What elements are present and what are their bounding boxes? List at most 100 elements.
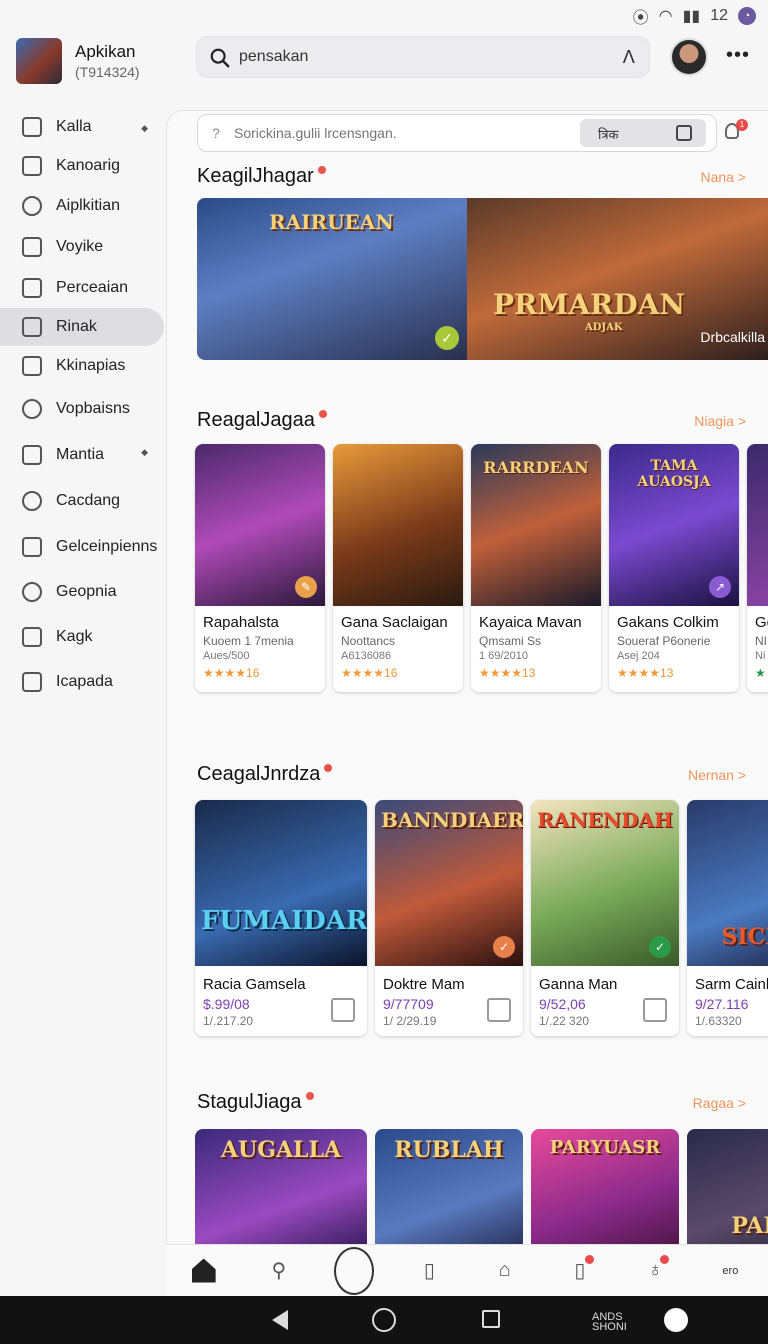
section-more-link[interactable]: Niagia >: [694, 413, 746, 429]
status-bar: ⦿ ◠ ▮▮ 12 ◔: [0, 0, 768, 28]
game-art-title: TAMA AUAOSJA: [637, 458, 711, 490]
tab-location[interactable]: ♁: [635, 1251, 675, 1291]
sidebar-item-label: Kagk: [56, 628, 93, 645]
game-card[interactable]: PAIA: [687, 1129, 768, 1250]
featured-banner[interactable]: RAIRUEAN ✓ PRMARDAN ADJAK Drbcalkilla: [197, 198, 768, 360]
game-meta: Kuoem 1 7menia: [203, 634, 294, 648]
game-art-title: RUBLAH: [394, 1137, 504, 1163]
trash-icon[interactable]: [664, 1308, 688, 1332]
game-card[interactable]: RANENDAH ✓ Ganna Man 9/52,06 1/.22 320: [531, 800, 679, 1036]
banner-slide[interactable]: PRMARDAN ADJAK Drbcalkilla: [467, 198, 768, 360]
qr-icon[interactable]: [331, 998, 355, 1022]
game-row: AUGALLA RUBLAH PARYUASR PAIA: [195, 1129, 768, 1250]
filter-button[interactable]: त्रिक: [580, 119, 706, 147]
search-icon: [210, 48, 230, 68]
sidebar-item-icapada[interactable]: Icapada: [0, 660, 166, 704]
recents-icon[interactable]: [482, 1310, 500, 1328]
sidebar-item-mantia[interactable]: Mantia ◆: [0, 432, 166, 478]
banner-slide[interactable]: RAIRUEAN ✓: [197, 198, 467, 360]
search-input[interactable]: [239, 37, 599, 77]
game-card[interactable]: Gana Saclaigan Noottancs A6136086 ★★★★16: [333, 444, 463, 692]
sidebar-item-label: Kanoarig: [56, 157, 121, 174]
calendar-icon: [22, 537, 42, 557]
bag-icon: [22, 445, 42, 465]
game-name: Rapahalsta: [203, 614, 279, 631]
user-avatar[interactable]: [670, 38, 708, 76]
sidebar-item-kanoarig[interactable]: Kanoarig: [0, 146, 166, 186]
notification-button[interactable]: 1: [722, 119, 748, 145]
game-card[interactable]: PARYUASR: [531, 1129, 679, 1250]
game-name: Sarm Cainl: [695, 976, 768, 993]
sidebar-item-label: Perceaian: [56, 279, 129, 296]
game-date: 1/ 2/29.19: [383, 1014, 437, 1028]
game-row: ✎ Rapahalsta Kuoem 1 7menia Aues/500 ★★★…: [195, 444, 768, 692]
chevron-up-icon[interactable]: ᐱ: [623, 47, 635, 68]
tab-library[interactable]: ▯: [409, 1251, 449, 1291]
notification-dot-icon: [660, 1254, 670, 1264]
qr-icon[interactable]: [643, 998, 667, 1022]
notification-badge: 1: [736, 119, 748, 131]
section-title-text: ReagalJagaa: [197, 409, 315, 431]
game-card[interactable]: AUGALLA: [195, 1129, 367, 1250]
sidebar-item-label: Voyike: [56, 238, 104, 255]
tab-alerts[interactable]: ▯: [560, 1251, 600, 1291]
search-bar[interactable]: ᐱ: [196, 36, 650, 78]
section-more-link[interactable]: Ragaa >: [693, 1095, 746, 1111]
sidebar-item-geopnia[interactable]: Geopnia: [0, 570, 166, 614]
sub-search-input[interactable]: [234, 115, 574, 151]
query-icon: ?: [212, 125, 220, 141]
tab-home[interactable]: [184, 1251, 224, 1291]
sidebar: Kalla ◆ Kanoarig Aiplkitian Voyike Perce…: [0, 108, 166, 704]
check-badge-icon: ✓: [649, 936, 671, 958]
sidebar-item-kkinapias[interactable]: Kkinapias: [0, 346, 166, 386]
compass-icon: [22, 627, 42, 647]
game-art-title: AUGALLA: [220, 1137, 342, 1163]
sidebar-item-aiplkitian[interactable]: Aiplkitian: [0, 186, 166, 226]
document-icon: ▯: [423, 1260, 435, 1282]
tab-store[interactable]: ⌂: [485, 1251, 525, 1291]
game-card[interactable]: SICEB Sarm Cainl 9/27.116 1/.63320: [687, 800, 768, 1036]
more-menu-button[interactable]: •••: [726, 44, 750, 67]
tab-search[interactable]: ⚲: [259, 1251, 299, 1291]
qr-icon[interactable]: [487, 998, 511, 1022]
sidebar-item-kalla[interactable]: Kalla ◆: [0, 108, 166, 146]
sub-search-bar[interactable]: ? त्रिक: [197, 114, 717, 152]
banner-title: RAIRUEAN: [269, 210, 394, 234]
sidebar-item-voyike[interactable]: Voyike: [0, 226, 166, 268]
banner-title: PRMARDAN: [493, 288, 685, 321]
bag-icon: ⌂: [498, 1259, 511, 1281]
sidebar-item-perceaian[interactable]: Perceaian: [0, 268, 166, 308]
game-card[interactable]: BANNDIAER ✓ Doktre Mam 9/77709 1/ 2/29.1…: [375, 800, 523, 1036]
rating-stars: ★★★★16: [203, 666, 260, 680]
arrow-badge-icon: ↗: [709, 576, 731, 598]
tab-settings[interactable]: ero: [710, 1251, 750, 1291]
game-card[interactable]: TAMA AUAOSJA ↗ Gakans Colkim Soueraf P6o…: [609, 444, 739, 692]
sidebar-item-gelceinpienns[interactable]: Gelceinpienns: [0, 524, 166, 570]
app-logo[interactable]: [16, 38, 62, 84]
tab-center[interactable]: [334, 1246, 375, 1295]
section-more-link[interactable]: Nana >: [700, 169, 746, 185]
document-icon: [22, 278, 42, 298]
game-meta: Asej 204: [617, 650, 660, 662]
game-art-title: SICEB: [721, 924, 768, 950]
home-circle-icon[interactable]: [372, 1308, 396, 1332]
rating-stars: ★★★★13: [617, 666, 674, 680]
notification-dot-icon: [584, 1254, 594, 1264]
game-card[interactable]: RARRDEAN Kayaica Mavan Qmsami Ss 1 69/20…: [471, 444, 601, 692]
game-card[interactable]: ✎ Rapahalsta Kuoem 1 7menia Aues/500 ★★★…: [195, 444, 325, 692]
back-icon[interactable]: [272, 1310, 288, 1330]
bag-icon: [22, 672, 42, 692]
sidebar-item-rinak[interactable]: Rinak: [0, 308, 164, 346]
app-name: Apkikan: [75, 42, 136, 61]
home-icon: [191, 1258, 216, 1283]
expand-dot-icon: ◆: [141, 123, 148, 133]
sidebar-item-kagk[interactable]: Kagk: [0, 614, 166, 660]
status-icons: ⦿ ◠ ▮▮ 12 ◔: [633, 4, 756, 28]
game-art: RARRDEAN: [471, 444, 601, 606]
sidebar-item-vopbaisns[interactable]: Vopbaisns: [0, 386, 166, 432]
game-card[interactable]: RUBLAH: [375, 1129, 523, 1250]
game-card[interactable]: FUMAIDAR Racia Gamsela $.99/08 1/.217.20: [195, 800, 367, 1036]
sidebar-item-cacdang[interactable]: Cacdang: [0, 478, 166, 524]
section-more-link[interactable]: Nernan >: [688, 767, 746, 783]
game-card[interactable]: Go NI Ni ★: [747, 444, 768, 692]
